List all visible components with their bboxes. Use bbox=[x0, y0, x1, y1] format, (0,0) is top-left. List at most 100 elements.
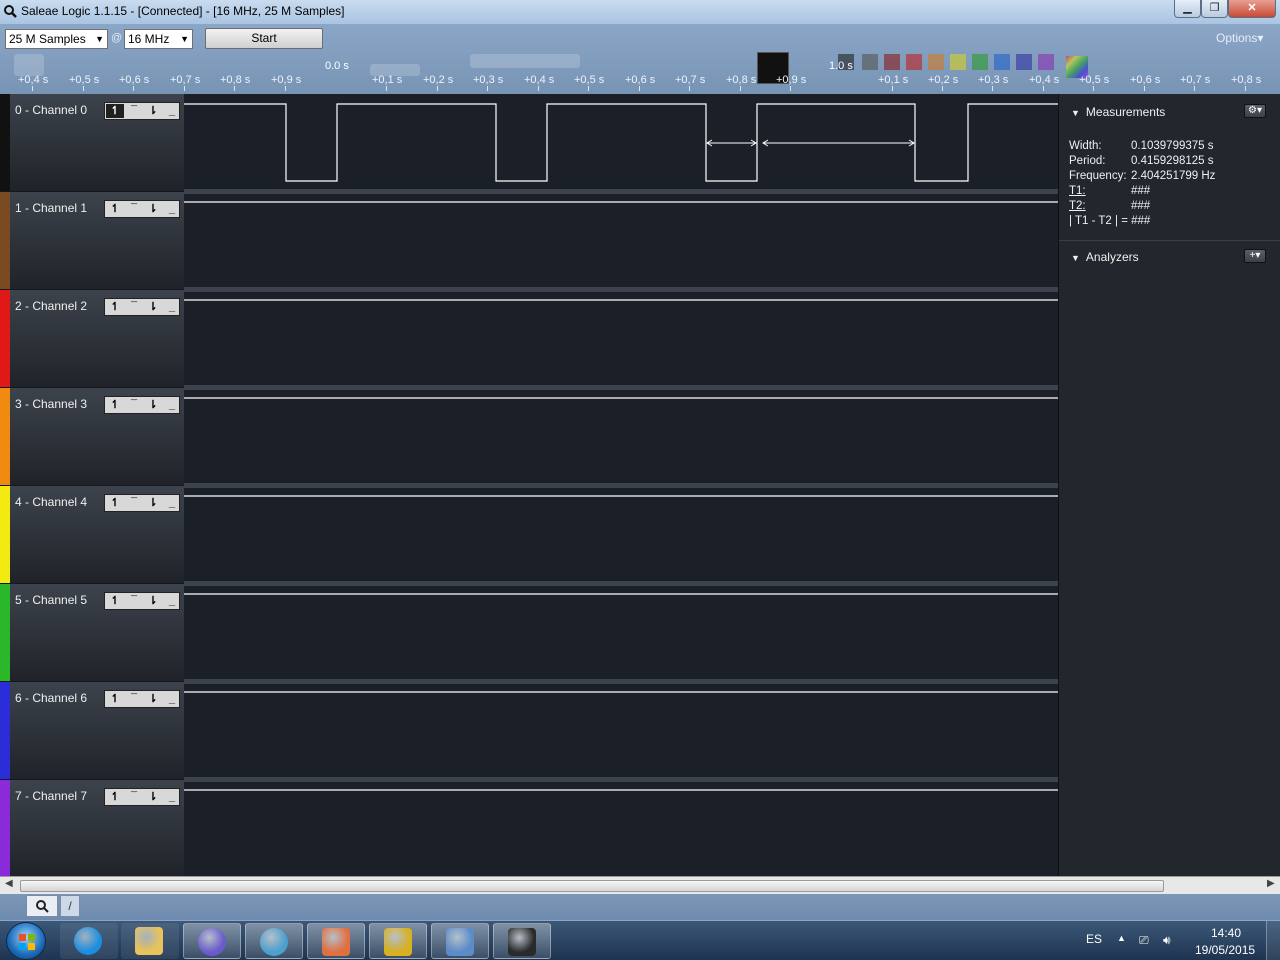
falling-edge-icon[interactable]: ⇂ bbox=[144, 104, 162, 118]
rising-edge-icon[interactable]: ↿ bbox=[106, 398, 124, 412]
falling-edge-icon[interactable]: ⇂ bbox=[144, 202, 162, 216]
low-level-icon[interactable]: _ bbox=[163, 692, 181, 706]
taskbar-button-2[interactable] bbox=[183, 923, 241, 959]
rising-edge-icon[interactable]: ↿ bbox=[106, 104, 124, 118]
title-bar: Saleae Logic 1.1.15 - [Connected] - [16 … bbox=[0, 0, 1280, 24]
search-tab[interactable] bbox=[26, 895, 58, 917]
show-hidden-icons-icon[interactable]: ▲ bbox=[1117, 933, 1126, 943]
low-level-icon[interactable]: _ bbox=[163, 790, 181, 804]
trigger-controls: ↿ ¯ ⇂ _ bbox=[104, 788, 180, 806]
time-marker-start: 0.0 s bbox=[325, 60, 349, 72]
add-analyzer-button[interactable]: +▾ bbox=[1244, 249, 1266, 263]
period-value: 0.4159298125 s bbox=[1131, 155, 1214, 167]
falling-edge-icon[interactable]: ⇂ bbox=[144, 790, 162, 804]
channel-label-3[interactable]: 3 - Channel 3 ↿ ¯ ⇂ _ bbox=[0, 388, 184, 486]
rising-edge-icon[interactable]: ↿ bbox=[106, 594, 124, 608]
channel-name[interactable]: 5 - Channel 5 bbox=[15, 593, 87, 607]
horizontal-scrollbar[interactable]: ◀ ▶ bbox=[0, 876, 1280, 894]
falling-edge-icon[interactable]: ⇂ bbox=[144, 398, 162, 412]
language-indicator[interactable]: ES bbox=[1086, 932, 1102, 946]
ruler-tick-mark bbox=[1194, 86, 1195, 91]
taskbar-button-1[interactable] bbox=[121, 923, 179, 959]
ruler-tick-mark bbox=[740, 86, 741, 91]
scroll-left-icon[interactable]: ◀ bbox=[5, 878, 13, 889]
high-level-icon[interactable]: ¯ bbox=[125, 398, 143, 412]
show-desktop-button[interactable] bbox=[1266, 921, 1280, 960]
ruler-tick-mark bbox=[285, 86, 286, 91]
high-level-icon[interactable]: ¯ bbox=[125, 594, 143, 608]
sample-rate-select[interactable]: 16 MHz ▼ bbox=[124, 29, 193, 49]
channel-name[interactable]: 6 - Channel 6 bbox=[15, 691, 87, 705]
clock-time[interactable]: 14:40 bbox=[1211, 926, 1241, 940]
channel-name[interactable]: 3 - Channel 3 bbox=[15, 397, 87, 411]
channel-label-5[interactable]: 5 - Channel 5 ↿ ¯ ⇂ _ bbox=[0, 584, 184, 682]
taskbar-button-3[interactable] bbox=[245, 923, 303, 959]
low-level-icon[interactable]: _ bbox=[163, 496, 181, 510]
status-bar: / bbox=[0, 894, 1280, 920]
maximize-button[interactable]: ❐ bbox=[1201, 0, 1228, 18]
low-level-icon[interactable]: _ bbox=[163, 300, 181, 314]
volume-icon[interactable]: 🔊︎ bbox=[1163, 933, 1171, 948]
high-level-icon[interactable]: ¯ bbox=[125, 790, 143, 804]
low-level-icon[interactable]: _ bbox=[163, 104, 181, 118]
ruler-tick-label: +0,2 s bbox=[928, 74, 959, 86]
sample-count-select[interactable]: 25 M Samples ▼ bbox=[5, 29, 108, 49]
network-icon[interactable]: ⎚ bbox=[1139, 933, 1149, 948]
rising-edge-icon[interactable]: ↿ bbox=[106, 202, 124, 216]
high-level-icon[interactable]: ¯ bbox=[125, 104, 143, 118]
taskbar-button-4[interactable] bbox=[307, 923, 365, 959]
high-level-icon[interactable]: ¯ bbox=[125, 300, 143, 314]
sample-count-value: 25 M Samples bbox=[9, 32, 86, 46]
channel-label-6[interactable]: 6 - Channel 6 ↿ ¯ ⇂ _ bbox=[0, 682, 184, 780]
windows-start-button[interactable] bbox=[6, 922, 46, 960]
main-area: 0 - Channel 0 ↿ ¯ ⇂ _ 1 - Channel 1 ↿ ¯ ⇂ _ 2 - Ch… bbox=[0, 94, 1280, 878]
low-level-icon[interactable]: _ bbox=[163, 398, 181, 412]
width-measure-arrow bbox=[706, 139, 757, 147]
time-ruler[interactable]: 0.0 s 1.0 s +0,4 s +0,5 s +0,6 s +0,7 s +0,8… bbox=[0, 60, 1280, 94]
channel-label-0[interactable]: 0 - Channel 0 ↿ ¯ ⇂ _ bbox=[0, 94, 184, 192]
channel-name[interactable]: 1 - Channel 1 bbox=[15, 201, 87, 215]
channel-name[interactable]: 4 - Channel 4 bbox=[15, 495, 87, 509]
rising-edge-icon[interactable]: ↿ bbox=[106, 790, 124, 804]
high-level-icon[interactable]: ¯ bbox=[125, 496, 143, 510]
scroll-right-icon[interactable]: ▶ bbox=[1267, 878, 1275, 889]
low-level-icon[interactable]: _ bbox=[163, 202, 181, 216]
t1-label[interactable]: T1: bbox=[1069, 185, 1131, 197]
ruler-tick-mark bbox=[437, 86, 438, 91]
taskbar-button-5[interactable] bbox=[369, 923, 427, 959]
t2-label[interactable]: T2: bbox=[1069, 200, 1131, 212]
options-menu[interactable]: Options▾ bbox=[1216, 31, 1263, 45]
channel-label-2[interactable]: 2 - Channel 2 ↿ ¯ ⇂ _ bbox=[0, 290, 184, 388]
next-tab[interactable]: / bbox=[60, 895, 80, 917]
high-level-icon[interactable]: ¯ bbox=[125, 692, 143, 706]
falling-edge-icon[interactable]: ⇂ bbox=[144, 300, 162, 314]
channel-name[interactable]: 2 - Channel 2 bbox=[15, 299, 87, 313]
channel-label-7[interactable]: 7 - Channel 7 ↿ ¯ ⇂ _ bbox=[0, 780, 184, 878]
measurements-header[interactable]: ▼ Measurements bbox=[1059, 105, 1269, 119]
channel-name[interactable]: 7 - Channel 7 bbox=[15, 789, 87, 803]
settings-button[interactable]: ⚙▾ bbox=[1244, 104, 1266, 118]
channel-name[interactable]: 0 - Channel 0 bbox=[15, 103, 87, 117]
rising-edge-icon[interactable]: ↿ bbox=[106, 692, 124, 706]
falling-edge-icon[interactable]: ⇂ bbox=[144, 692, 162, 706]
falling-edge-icon[interactable]: ⇂ bbox=[144, 594, 162, 608]
analyzers-header[interactable]: ▼ Analyzers bbox=[1059, 250, 1269, 264]
rising-edge-icon[interactable]: ↿ bbox=[106, 496, 124, 510]
falling-edge-icon[interactable]: ⇂ bbox=[144, 496, 162, 510]
waveform-area[interactable] bbox=[184, 94, 1058, 876]
high-level-icon[interactable]: ¯ bbox=[125, 202, 143, 216]
taskbar-button-7[interactable] bbox=[493, 923, 551, 959]
close-button[interactable]: ✕ bbox=[1228, 0, 1276, 18]
minimize-button[interactable]: ▁ bbox=[1174, 0, 1201, 18]
taskbar-button-6[interactable] bbox=[431, 923, 489, 959]
channel-label-1[interactable]: 1 - Channel 1 ↿ ¯ ⇂ _ bbox=[0, 192, 184, 290]
clock-date[interactable]: 19/05/2015 bbox=[1195, 943, 1255, 957]
low-level-icon[interactable]: _ bbox=[163, 594, 181, 608]
taskbar-button-0[interactable] bbox=[60, 923, 118, 959]
color-swatch bbox=[1016, 54, 1032, 70]
scroll-thumb[interactable] bbox=[20, 880, 1164, 892]
ruler-tick-mark bbox=[689, 86, 690, 91]
channel-label-4[interactable]: 4 - Channel 4 ↿ ¯ ⇂ _ bbox=[0, 486, 184, 584]
rising-edge-icon[interactable]: ↿ bbox=[106, 300, 124, 314]
start-button[interactable]: Start bbox=[205, 28, 323, 49]
